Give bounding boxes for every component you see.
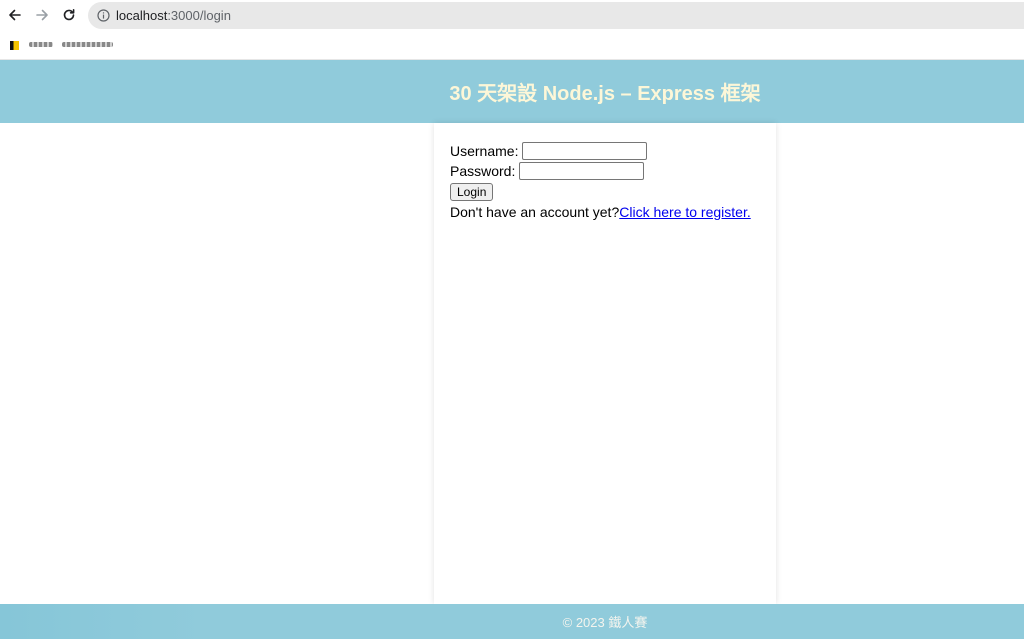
login-card: Username: Password: Login Don't have an … [434,123,776,604]
url-text: localhost:3000/login [116,8,231,23]
login-button[interactable]: Login [450,183,494,201]
page-header: 30 天架設 Node.js – Express 框架 [0,60,1024,123]
url-path: :3000/login [167,8,231,23]
forward-button[interactable] [31,4,53,26]
arrow-left-icon [9,9,21,21]
footer-copyright: © 2023 鐵人賽 [562,615,648,630]
bookmark-item[interactable] [62,42,113,47]
register-link[interactable]: Click here to register. [619,204,751,220]
password-input[interactable] [519,162,645,180]
page-title: 30 天架設 Node.js – Express 框架 [449,83,761,105]
login-form: Username: Password: Login [450,141,760,201]
password-label: Password: [450,163,516,179]
bookmarks-bar [0,31,1024,60]
username-label: Username: [450,143,519,159]
username-input[interactable] [522,142,648,160]
username-row: Username: [450,141,760,161]
bookmark-favicon-icon[interactable] [10,41,19,50]
password-row: Password: [450,161,760,181]
reload-button[interactable] [58,4,80,26]
arrow-right-icon [36,9,48,21]
register-prompt: Don't have an account yet? [450,204,620,220]
address-bar[interactable]: localhost:3000/login [88,2,1024,29]
reload-icon [63,9,75,21]
register-line: Don't have an account yet?Click here to … [450,204,760,220]
back-button[interactable] [4,4,26,26]
url-host: localhost [116,8,168,23]
info-icon[interactable] [97,9,110,22]
bookmark-item[interactable] [29,42,53,47]
browser-toolbar: localhost:3000/login [0,0,1024,31]
page-footer: © 2023 鐵人賽 [0,604,1024,639]
